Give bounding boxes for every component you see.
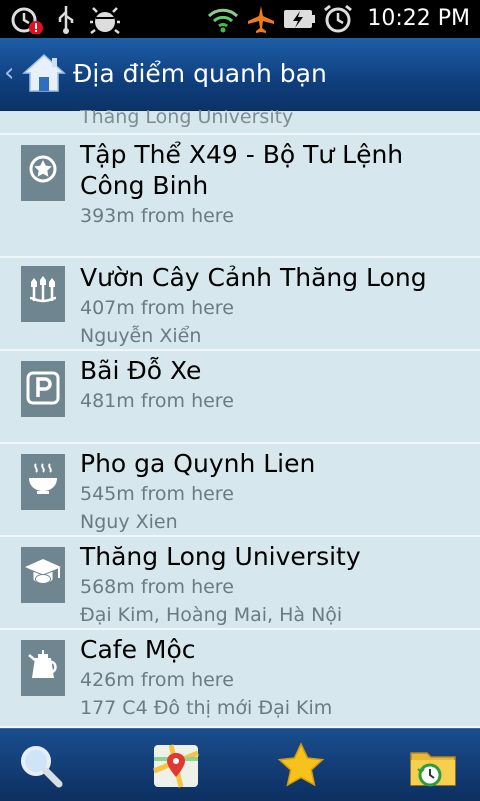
- alarm-icon: [324, 4, 352, 33]
- graduation-cap-icon: [21, 547, 65, 603]
- wifi-icon: [207, 8, 239, 33]
- list-item-distance: 393m from here: [80, 205, 234, 227]
- food-bowl-icon: [21, 454, 65, 510]
- page-title: Địa điểm quanh bạn: [73, 59, 327, 88]
- star-icon[interactable]: [276, 741, 326, 791]
- list-item-distance: 545m from here: [80, 483, 234, 505]
- list-item-address: 177 C4 Đô thị mới Đại Kim: [80, 697, 333, 719]
- parking-icon: [21, 361, 65, 417]
- usb-icon: [58, 6, 74, 34]
- bottom-nav: [0, 728, 480, 801]
- status-time: 10:22 PM: [367, 6, 470, 31]
- chevron-left-icon[interactable]: ‹: [4, 58, 14, 88]
- list-item-distance: 407m from here: [80, 297, 234, 319]
- coffee-pot-icon: [21, 640, 65, 696]
- list-item-distance: 426m from here: [80, 669, 234, 691]
- list-item[interactable]: Cafe Mộc 426m from here 177 C4 Đô thị mớ…: [0, 630, 480, 728]
- places-list[interactable]: Thăng Long University Tập Thể X49 - Bộ T…: [0, 110, 480, 728]
- airplane-icon: [248, 6, 274, 33]
- list-item-address: Đại Kim, Hoàng Mai, Hà Nội: [80, 604, 343, 626]
- list-item[interactable]: Thăng Long University 568m from here Đại…: [0, 537, 480, 630]
- alarm-alert-icon: [11, 7, 43, 34]
- list-item-address: Nguyễn Xiển: [80, 325, 202, 347]
- list-item-name: Pho ga Quynh Lien: [80, 449, 316, 478]
- list-item-address: Nguy Xien: [80, 511, 178, 533]
- title-bar: ‹ Địa điểm quanh bạn: [0, 38, 480, 111]
- list-item[interactable]: Pho ga Quynh Lien 545m from here Nguy Xi…: [0, 444, 480, 537]
- list-item-name: Thăng Long University: [80, 542, 361, 571]
- history-folder-icon[interactable]: [408, 741, 458, 791]
- list-item-partial[interactable]: Thăng Long University: [0, 110, 480, 135]
- list-item-name: Tập Thể X49 - Bộ Tư Lệnh Công Binh: [80, 140, 404, 200]
- list-item[interactable]: Tập Thể X49 - Bộ Tư Lệnh Công Binh 393m …: [0, 135, 480, 258]
- map-icon[interactable]: [151, 741, 201, 791]
- star-badge-icon: [21, 145, 65, 201]
- battery-charging-icon: [284, 10, 315, 28]
- list-item-name: Cafe Mộc: [80, 635, 196, 664]
- search-icon[interactable]: [16, 741, 66, 791]
- list-item-distance: 568m from here: [80, 576, 234, 598]
- list-item-name: Bãi Đỗ Xe: [80, 356, 202, 385]
- list-item-name: Vườn Cây Cảnh Thăng Long: [80, 263, 427, 292]
- list-item-name: Thăng Long University: [80, 110, 294, 128]
- debug-icon: [90, 7, 120, 34]
- flowers-icon: [21, 266, 65, 322]
- home-icon[interactable]: [22, 52, 66, 94]
- list-item[interactable]: Bãi Đỗ Xe 481m from here: [0, 351, 480, 444]
- status-bar: 10:22 PM: [0, 0, 480, 38]
- list-item-distance: 481m from here: [80, 390, 234, 412]
- list-item[interactable]: Vườn Cây Cảnh Thăng Long 407m from here …: [0, 258, 480, 351]
